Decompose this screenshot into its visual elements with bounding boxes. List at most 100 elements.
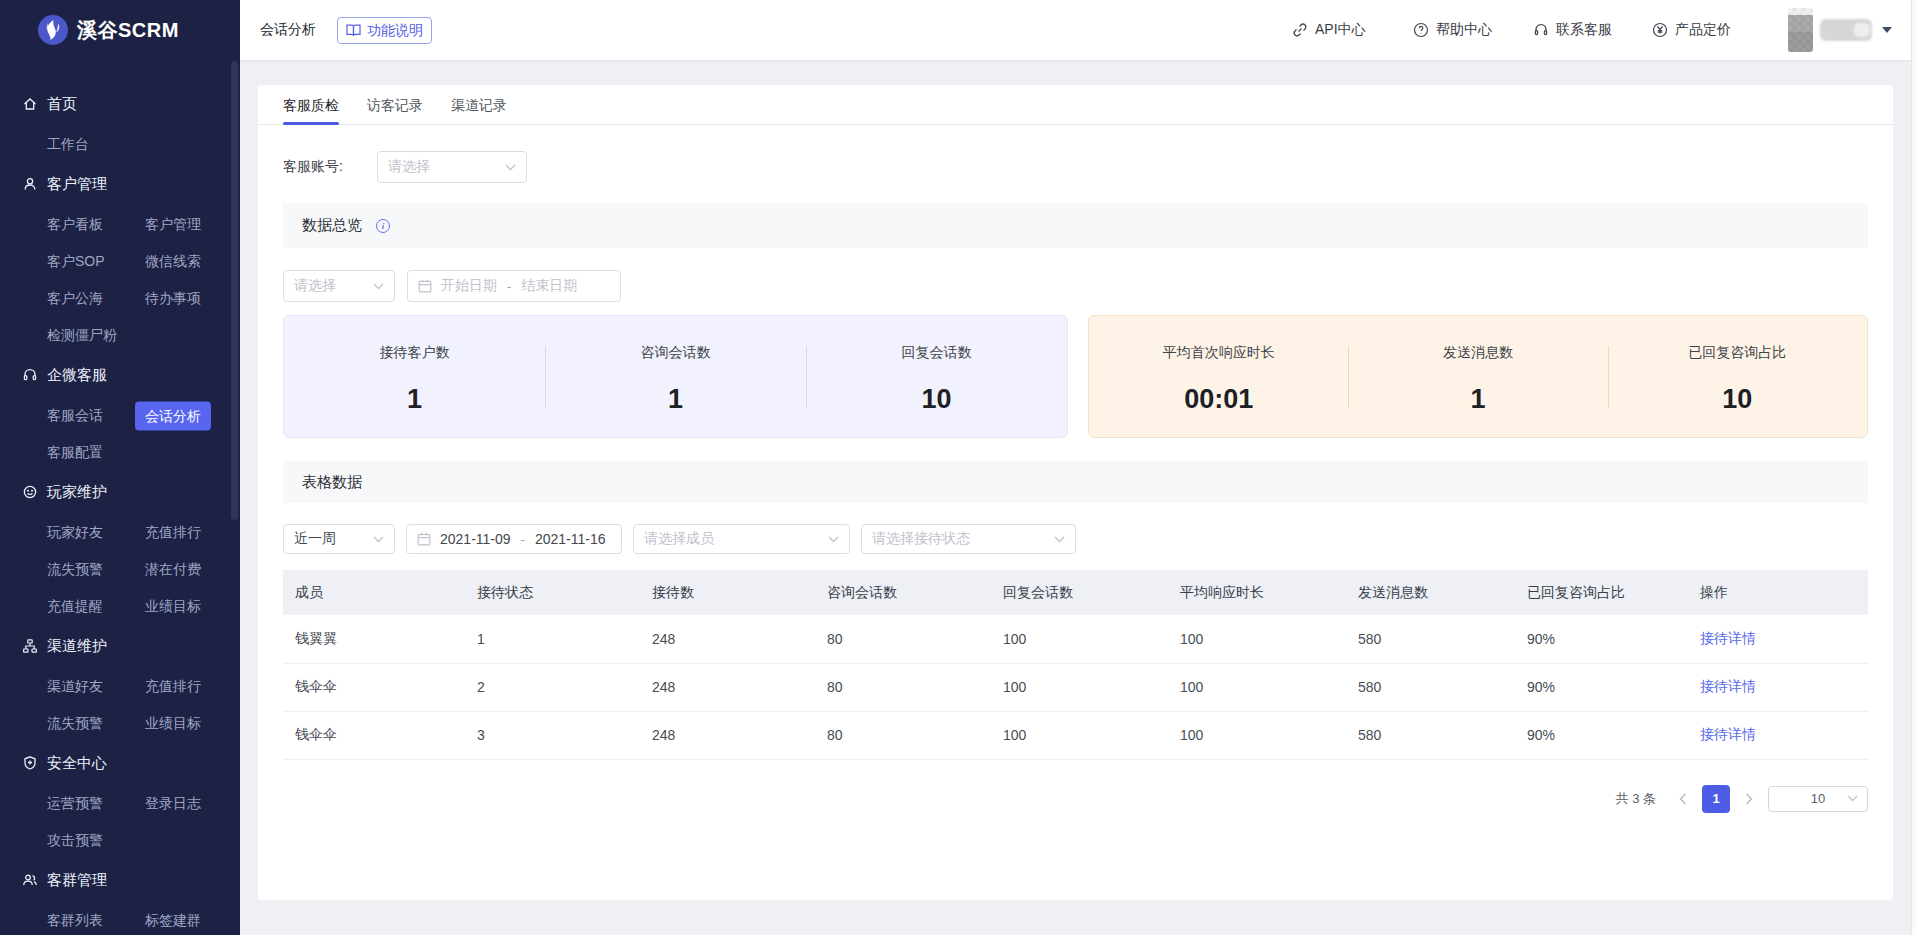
sidebar-item-recharge-rank[interactable]: 充值排行 [145,524,201,542]
sidebar-item-tag-group[interactable]: 标签建群 [145,912,201,930]
sidebar-group-community[interactable]: 客群管理 [0,861,240,898]
tab-channel-records[interactable]: 渠道记录 [451,85,507,125]
sidebar-group-security[interactable]: 安全中心 [0,744,240,781]
sidebar-item-service-session[interactable]: 客服会话 [47,407,103,425]
col-replied-sessions: 回复会话数 [991,570,1168,615]
sidebar-item-ops-warning[interactable]: 运营预警 [47,795,103,813]
user-name-blurred[interactable] [1820,19,1872,41]
sidebar-item-customer-sop[interactable]: 客户SOP [47,253,105,271]
sidebar-group-customer[interactable]: 客户管理 [0,165,240,202]
data-table: 成员 接待状态 接待数 咨询会话数 回复会话数 平均响应时长 发送消息数 已回复… [283,570,1868,760]
account-filter-row: 客服账号: 请选择 [283,151,1868,183]
chevron-down-icon [505,164,516,171]
table-filters: 近一周 2021-11-09 - 2021-11-16 请选择成员 请选择接待状… [283,524,1868,554]
customer-icon [22,176,38,192]
tab-service-quality[interactable]: 客服质检 [283,85,339,125]
nav-help-center[interactable]: 帮助中心 [1413,0,1492,60]
sidebar-item-zombie-check[interactable]: 检测僵尸粉 [47,327,117,345]
sidebar-item-recharge-remind[interactable]: 充值提醒 [47,598,103,616]
sidebar-nav: 首页 工作台 客户管理 客户看板 客户管理 客户SOP 微信线索 客户公海 待办… [0,85,240,935]
col-messages-sent: 发送消息数 [1346,570,1515,615]
stat-card-response: 平均首次响应时长 00:01 发送消息数 1 已回复咨询占比 10 [1088,315,1868,438]
stat-cards: 接待客户数 1 咨询会话数 1 回复会话数 10 平均首次响应时长 00:01 [283,315,1868,438]
stat-received-customers: 接待客户数 1 [284,316,545,437]
sidebar-item-churn-warning[interactable]: 流失预警 [47,561,103,579]
sidebar-item-potential-pay[interactable]: 潜在付费 [145,561,201,579]
sidebar-group-wecom-service[interactable]: 企微客服 [0,356,240,393]
sidebar-group-channel[interactable]: 渠道维护 [0,627,240,664]
stat-messages-sent: 发送消息数 1 [1348,316,1607,437]
chevron-down-icon [1054,536,1065,543]
table-section-header: 表格数据 [283,461,1868,503]
logo: 溪谷SCRM [0,0,240,45]
channel-icon [22,638,38,654]
sidebar-item-performance-target2[interactable]: 业绩目标 [145,715,201,733]
user-menu-caret-icon[interactable] [1882,27,1892,33]
sidebar-item-customer-board[interactable]: 客户看板 [47,216,103,234]
sidebar: 溪谷SCRM 首页 工作台 客户管理 客户看板 客户管理 客户SOP 微信线索 … [0,0,240,935]
user-avatar[interactable] [1788,8,1813,52]
table-header-row: 成员 接待状态 接待数 咨询会话数 回复会话数 平均响应时长 发送消息数 已回复… [283,570,1868,615]
reception-status-select[interactable]: 请选择接待状态 [861,524,1076,554]
col-avg-response-time: 平均响应时长 [1168,570,1346,615]
sidebar-item-channel-friends[interactable]: 渠道好友 [47,678,103,696]
overview-select[interactable]: 请选择 [283,270,395,302]
topbar: 会话分析 功能说明 API中心 帮助中心 联系客服 产品定价 [240,0,1916,60]
nav-api-center[interactable]: API中心 [1292,0,1366,60]
nav-product-pricing[interactable]: 产品定价 [1652,0,1731,60]
account-filter-label: 客服账号: [283,158,377,176]
table-row: 钱翼翼 1 248 80 100 100 580 90% 接待详情 [283,615,1868,663]
table-row: 钱伞伞 3 248 80 100 100 580 90% 接待详情 [283,711,1868,759]
sidebar-item-group-list[interactable]: 客群列表 [47,912,103,930]
pagination-page-1[interactable]: 1 [1702,785,1730,813]
sidebar-item-workbench[interactable]: 工作台 [47,136,89,154]
stat-avg-first-response: 平均首次响应时长 00:01 [1089,316,1348,437]
table-row: 钱伞伞 2 248 80 100 100 580 90% 接待详情 [283,663,1868,711]
sidebar-item-attack-warning[interactable]: 攻击预警 [47,832,103,850]
time-range-select[interactable]: 近一周 [283,524,395,554]
stat-consult-sessions: 咨询会话数 1 [545,316,806,437]
service-icon [1533,22,1549,38]
reception-detail-link[interactable]: 接待详情 [1700,678,1756,694]
sidebar-scrollbar[interactable] [231,61,238,520]
table-date-range[interactable]: 2021-11-09 - 2021-11-16 [406,524,622,554]
player-icon [22,484,38,500]
sidebar-item-customer-manage[interactable]: 客户管理 [145,216,201,234]
page-title: 会话分析 [260,21,316,39]
sidebar-item-customer-sea[interactable]: 客户公海 [47,290,103,308]
col-member: 成员 [283,570,465,615]
col-reception-status: 接待状态 [465,570,640,615]
group-icon [22,872,38,888]
brand-name: 溪谷SCRM [77,17,179,44]
sidebar-item-recharge-rank2[interactable]: 充值排行 [145,678,201,696]
reception-detail-link[interactable]: 接待详情 [1700,630,1756,646]
sidebar-item-wechat-leads[interactable]: 微信线索 [145,253,201,271]
col-actions: 操作 [1688,570,1868,615]
sidebar-item-todo[interactable]: 待办事项 [145,290,201,308]
member-select[interactable]: 请选择成员 [633,524,850,554]
nav-contact-service[interactable]: 联系客服 [1533,0,1612,60]
account-select[interactable]: 请选择 [377,151,527,183]
sidebar-item-player-friends[interactable]: 玩家好友 [47,524,103,542]
sidebar-item-churn-warning2[interactable]: 流失预警 [47,715,103,733]
sidebar-item-login-log[interactable]: 登录日志 [145,795,201,813]
pagination: 共 3 条 1 10 [283,785,1868,813]
sidebar-item-performance-target[interactable]: 业绩目标 [145,598,201,616]
sidebar-item-session-analysis[interactable]: 会话分析 [135,401,211,430]
content-panel: 客服质检 访客记录 渠道记录 客服账号: 请选择 数据总览 i 请选择 开始日期… [258,85,1893,900]
info-icon[interactable]: i [376,219,390,233]
sidebar-item-service-config[interactable]: 客服配置 [47,444,103,462]
tab-bar: 客服质检 访客记录 渠道记录 [258,85,1893,125]
tab-visitor-records[interactable]: 访客记录 [367,85,423,125]
sidebar-group-home[interactable]: 首页 [0,85,240,122]
pagination-total: 共 3 条 [1616,790,1656,808]
reception-detail-link[interactable]: 接待详情 [1700,726,1756,742]
feature-help-button[interactable]: 功能说明 [337,17,432,44]
sidebar-group-player[interactable]: 玩家维护 [0,473,240,510]
overview-date-range[interactable]: 开始日期 - 结束日期 [407,270,621,302]
page-size-select[interactable]: 10 [1768,786,1868,812]
page-scrollbar[interactable] [1911,0,1916,935]
brand-logo-icon [38,15,68,45]
pagination-next-icon[interactable] [1744,793,1754,805]
pagination-prev-icon[interactable] [1678,793,1688,805]
